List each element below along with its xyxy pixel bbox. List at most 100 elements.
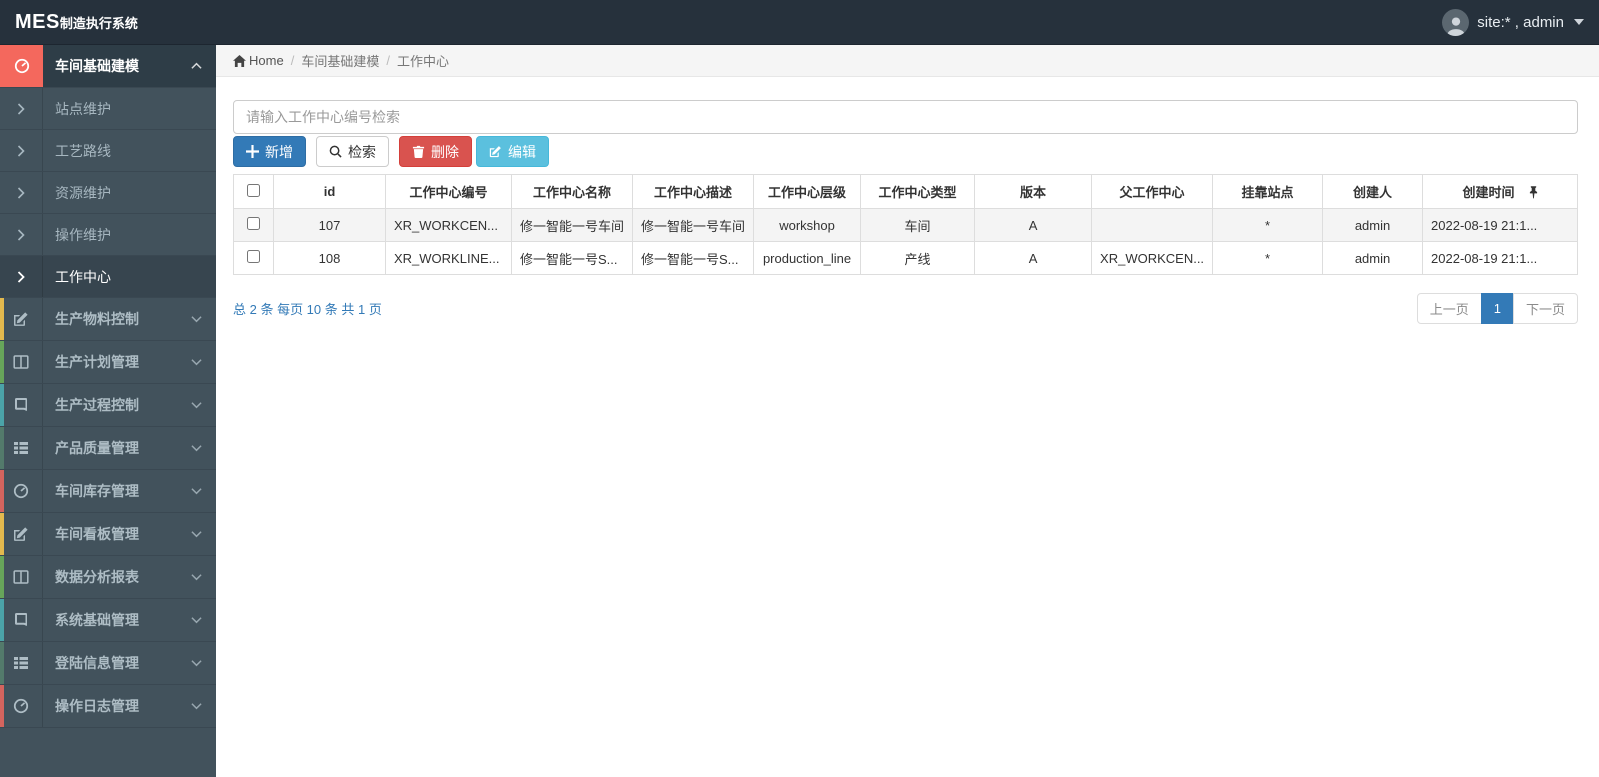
sidebar-item-operation-log-management[interactable]: 操作日志管理: [0, 685, 216, 728]
cell-parent: [1091, 208, 1214, 242]
chevron-down-icon: [191, 703, 202, 710]
column-header-creator[interactable]: 创建人: [1322, 174, 1424, 209]
sidebar-item-system-management[interactable]: 系统基础管理: [0, 599, 216, 642]
cell-name: 修一智能一号车间: [510, 208, 634, 242]
sidebar-subitem-operation-maintenance[interactable]: 操作维护: [0, 214, 216, 256]
breadcrumb-item[interactable]: 车间基础建模: [301, 51, 379, 70]
avatar: [1442, 8, 1470, 36]
home-icon: [233, 54, 246, 67]
sidebar-item-plan-management[interactable]: 生产计划管理: [0, 341, 216, 384]
sidebar-item-label: 系统基础管理: [55, 612, 139, 628]
row-select-cell: [233, 208, 274, 242]
sidebar-subitem-work-center[interactable]: 工作中心: [0, 256, 216, 298]
cell-description: 修一智能一号S...: [632, 241, 755, 275]
row-select-cell: [233, 241, 274, 275]
chevron-down-icon: [191, 488, 202, 495]
sidebar-item-label: 生产过程控制: [55, 397, 139, 413]
sidebar-item-label: 产品质量管理: [55, 440, 139, 456]
prev-page-button[interactable]: 上一页: [1416, 293, 1482, 324]
sidebar-item-quality-management[interactable]: 产品质量管理: [0, 427, 216, 470]
logo-bold: MES: [15, 10, 60, 33]
chevron-down-icon: [191, 617, 202, 624]
cell-level: production_line: [753, 241, 862, 275]
sidebar-item-analytics-reports[interactable]: 数据分析报表: [0, 556, 216, 599]
column-header-version[interactable]: 版本: [974, 174, 1093, 209]
column-header-created-time[interactable]: 创建时间: [1422, 174, 1578, 209]
cell-description: 修一智能一号车间: [632, 208, 755, 242]
add-button-label: 新增: [265, 143, 293, 160]
edit-icon: [489, 146, 501, 158]
main-content: Home / 车间基础建模 / 工作中心 新增 检索 删除: [216, 45, 1599, 777]
breadcrumb-separator: /: [386, 53, 390, 68]
search-button[interactable]: 检索: [316, 136, 389, 167]
sidebar-subitem-label: 操作维护: [55, 226, 111, 243]
logo-text: 制造执行系统: [59, 15, 138, 31]
column-header-code[interactable]: 工作中心编号: [385, 174, 512, 209]
book-icon: [0, 384, 43, 426]
sidebar-item-label: 生产计划管理: [55, 354, 139, 370]
app-logo[interactable]: MES制造执行系统: [15, 11, 138, 34]
chevron-up-icon: [191, 62, 202, 69]
chevron-right-icon: [0, 130, 43, 171]
sidebar-subitem-station-maintenance[interactable]: 站点维护: [0, 88, 216, 130]
sidebar-item-workshop-modeling[interactable]: 车间基础建模: [0, 45, 216, 88]
column-header-description[interactable]: 工作中心描述: [632, 174, 755, 209]
columns-icon: [0, 341, 43, 383]
cell-id: 108: [273, 241, 386, 275]
sidebar-item-label: 车间看板管理: [55, 526, 139, 542]
column-header-level[interactable]: 工作中心层级: [753, 174, 862, 209]
search-icon: [329, 145, 342, 158]
column-header-name[interactable]: 工作中心名称: [510, 174, 634, 209]
cell-creator: admin: [1322, 208, 1424, 242]
column-header-type[interactable]: 工作中心类型: [860, 174, 976, 209]
cell-level: workshop: [753, 208, 862, 242]
trash-icon: [412, 145, 425, 158]
list-icon: [0, 642, 43, 684]
add-button[interactable]: 新增: [233, 136, 306, 167]
table-row[interactable]: 107 XR_WORKCEN... 修一智能一号车间 修一智能一号车间 work…: [233, 208, 1578, 242]
edit-icon: [0, 513, 43, 555]
cell-type: 产线: [860, 241, 976, 275]
edit-button-label: 编辑: [508, 143, 536, 160]
cell-station: *: [1212, 241, 1324, 275]
sidebar-item-inventory-management[interactable]: 车间库存管理: [0, 470, 216, 513]
column-header-parent[interactable]: 父工作中心: [1091, 174, 1214, 209]
sidebar-subitem-process-route[interactable]: 工艺路线: [0, 130, 216, 172]
column-header-station[interactable]: 挂靠站点: [1212, 174, 1324, 209]
toolbar: 新增 检索 删除 编辑: [233, 136, 1578, 167]
sidebar-item-process-control[interactable]: 生产过程控制: [0, 384, 216, 427]
sidebar-item-material-control[interactable]: 生产物料控制: [0, 298, 216, 341]
chevron-right-icon: [0, 214, 43, 255]
page-1-button[interactable]: 1: [1480, 293, 1514, 324]
sidebar-subitem-resource-maintenance[interactable]: 资源维护: [0, 172, 216, 214]
breadcrumb-home[interactable]: Home: [233, 53, 284, 68]
edit-button[interactable]: 编辑: [476, 136, 549, 167]
select-all-checkbox[interactable]: [247, 183, 260, 197]
search-input[interactable]: [233, 100, 1578, 134]
cell-id: 107: [273, 208, 386, 242]
gauge-icon: [0, 45, 43, 87]
cell-created-time: 2022-08-19 21:1...: [1422, 208, 1578, 242]
search-button-label: 检索: [348, 143, 376, 160]
cell-station: *: [1212, 208, 1324, 242]
row-checkbox[interactable]: [247, 250, 260, 263]
user-menu[interactable]: site:* , admin: [1442, 8, 1584, 36]
next-page-button[interactable]: 下一页: [1512, 293, 1578, 324]
user-name: site:* , admin: [1477, 13, 1564, 31]
delete-button[interactable]: 删除: [399, 136, 472, 167]
sidebar-item-kanban-management[interactable]: 车间看板管理: [0, 513, 216, 556]
sidebar-item-login-info-management[interactable]: 登陆信息管理: [0, 642, 216, 685]
sidebar-nav: 车间基础建模 站点维护 工艺路线 资源维护 操作维护 工作中心 生产物料控制 生…: [0, 45, 216, 728]
person-icon: [1446, 16, 1465, 36]
pager: 上一页 1 下一页: [1416, 293, 1578, 324]
chevron-down-icon: [191, 574, 202, 581]
sidebar-subitem-label: 工艺路线: [55, 142, 111, 159]
pin-icon[interactable]: [1529, 186, 1538, 199]
edit-icon: [0, 298, 43, 340]
cell-created-time: 2022-08-19 21:1...: [1422, 241, 1578, 275]
chevron-down-icon: [191, 402, 202, 409]
breadcrumb-separator: /: [290, 53, 295, 68]
column-header-id[interactable]: id: [273, 174, 386, 209]
table-row[interactable]: 108 XR_WORKLINE... 修一智能一号S... 修一智能一号S...…: [233, 241, 1578, 275]
row-checkbox[interactable]: [247, 217, 260, 230]
